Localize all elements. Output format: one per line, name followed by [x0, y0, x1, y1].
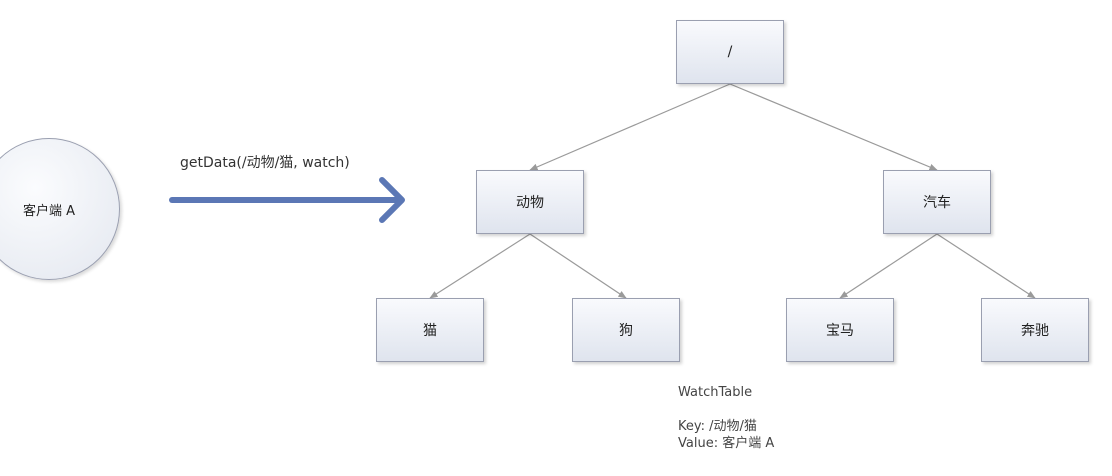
connector-root-car — [729, 83, 938, 171]
tree-node-root-label: / — [727, 44, 733, 60]
connector-root-animal — [529, 83, 731, 171]
tree-node-cat: 猫 — [376, 298, 484, 362]
tree-node-animal: 动物 — [476, 170, 584, 234]
watch-table-value-row: Value: 客户端 A — [678, 435, 774, 452]
tree-node-cat-label: 猫 — [423, 323, 437, 339]
connector-car-benz — [936, 233, 1036, 299]
connector-animal-dog — [529, 233, 627, 299]
watch-table-value-label: Value: — [678, 436, 719, 451]
tree-node-bmw: 宝马 — [786, 298, 894, 362]
watch-table-key-label: Key: — [678, 419, 706, 434]
connector-car-bmw — [839, 233, 938, 299]
watch-table: WatchTable Key: /动物/猫 Value: 客户端 A — [678, 384, 774, 452]
tree-node-benz-label: 奔驰 — [1021, 323, 1049, 339]
tree-node-car-label: 汽车 — [923, 195, 951, 211]
tree-node-dog-label: 狗 — [619, 323, 633, 339]
tree-node-benz: 奔驰 — [981, 298, 1089, 362]
tree-node-car: 汽车 — [883, 170, 991, 234]
tree-node-dog: 狗 — [572, 298, 680, 362]
watch-table-key-row: Key: /动物/猫 — [678, 418, 774, 435]
tree-node-animal-label: 动物 — [516, 195, 544, 211]
connector-animal-cat — [429, 233, 531, 299]
client-a-label: 客户端 A — [22, 203, 76, 219]
tree-node-root: / — [676, 20, 784, 84]
watch-table-key-value: /动物/猫 — [709, 419, 757, 434]
diagram-canvas — [169, 83, 1036, 299]
getdata-call-label: getData(/动物/猫, watch) — [180, 155, 350, 171]
watch-table-title: WatchTable — [678, 385, 753, 400]
tree-node-bmw-label: 宝马 — [826, 323, 854, 339]
watch-table-value-value: 客户端 A — [722, 436, 775, 451]
